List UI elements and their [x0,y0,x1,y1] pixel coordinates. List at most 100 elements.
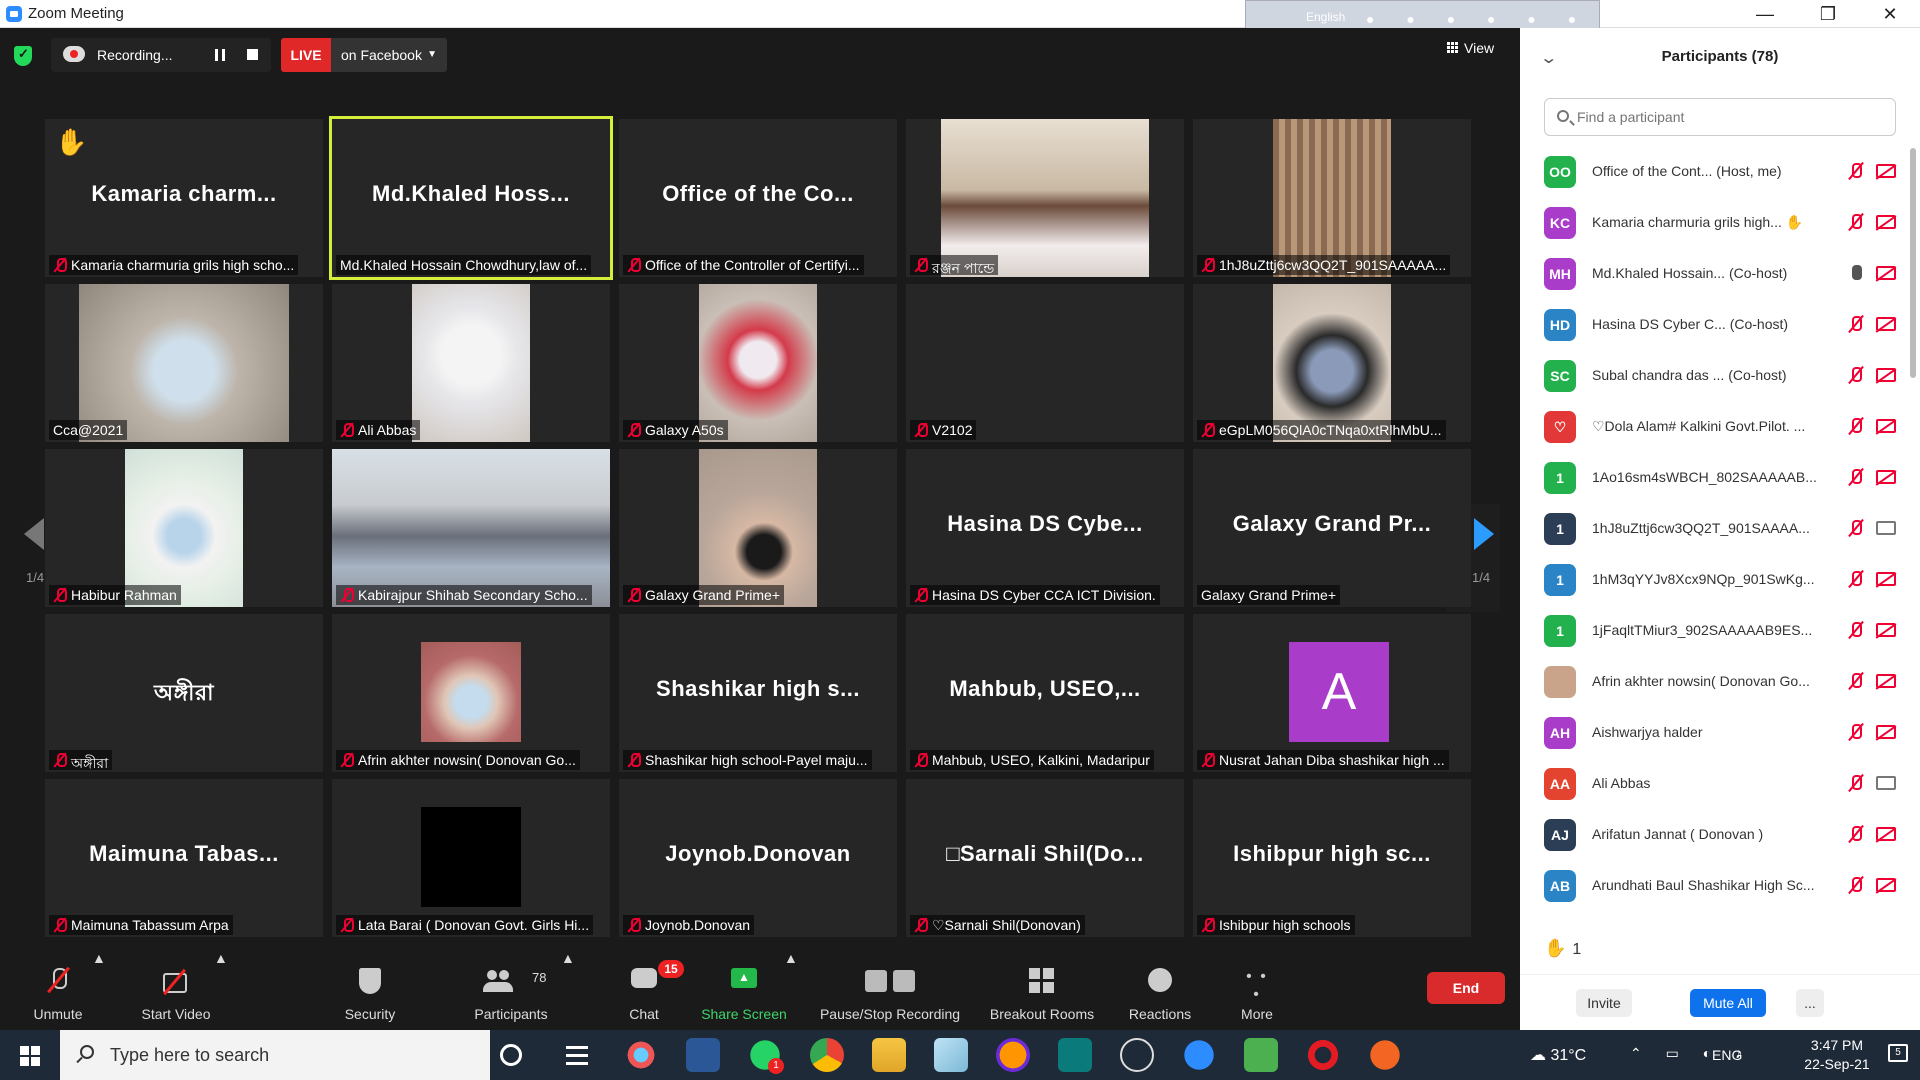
video-tile[interactable]: Habibur Rahman [45,449,323,607]
microphone-muted-icon[interactable] [1848,774,1864,794]
paint-app-icon[interactable] [624,1038,658,1072]
microphone-muted-icon[interactable] [1848,621,1864,641]
video-camera-icon[interactable] [1876,521,1896,535]
view-button[interactable]: View [1447,40,1494,56]
microphone-icon[interactable] [1848,264,1864,284]
microphone-muted-icon[interactable] [1848,315,1864,335]
participant-search-input[interactable] [1577,107,1887,127]
video-options-chevron-icon[interactable]: ▲ [214,950,228,966]
video-camera-off-icon[interactable] [1876,317,1896,331]
unmute-button[interactable]: Unmute [20,950,96,1030]
opera-app-icon[interactable] [1306,1038,1340,1072]
encryption-shield-icon[interactable] [14,46,32,66]
video-tile[interactable]: Cca@2021 [45,284,323,442]
participant-row[interactable]: AA Ali Abbas [1520,760,1906,811]
windows-start-button[interactable] [0,1030,60,1080]
minimize-button[interactable]: — [1745,2,1785,26]
restore-button[interactable]: ❐ [1808,2,1848,26]
participants-button[interactable]: 78 Participants [456,950,566,1030]
video-tile[interactable]: Galaxy Grand Pr... Galaxy Grand Prime+ [1193,449,1471,607]
video-camera-off-icon[interactable] [1876,674,1896,688]
participant-row[interactable]: 1 1Ao16sm4sWBCH_802SAAAAAB... [1520,454,1906,505]
video-tile[interactable]: অঙ্গীরা অঙ্গীরা [45,614,323,772]
video-tile[interactable]: □Sarnali Shil(Do... ♡Sarnali Shil(Donova… [906,779,1184,937]
video-camera-off-icon[interactable] [1876,572,1896,586]
video-tile[interactable]: Lata Barai ( Donovan Govt. Girls Hi... [332,779,610,937]
video-camera-off-icon[interactable] [1876,725,1896,739]
whatsapp-app-icon[interactable]: 1 [748,1038,784,1074]
participant-row[interactable]: AB Arundhati Baul Shashikar High Sc... [1520,862,1906,913]
video-camera-off-icon[interactable] [1876,419,1896,433]
video-camera-off-icon[interactable] [1876,878,1896,892]
panel-more-button[interactable]: ... [1796,989,1824,1017]
video-camera-icon[interactable] [1876,776,1896,790]
microphone-muted-icon[interactable] [1848,162,1864,182]
app-installer-icon[interactable] [1058,1038,1092,1072]
share-options-chevron-icon[interactable]: ▲ [784,950,798,966]
more-button[interactable]: More [1222,950,1292,1030]
participant-row[interactable]: 1 1hM3qYYJv8Xcx9NQp_901SwKg... [1520,556,1906,607]
video-camera-off-icon[interactable] [1876,827,1896,841]
pause-stop-recording-button[interactable]: Pause/Stop Recording [812,950,968,1030]
input-language[interactable]: ENG [1712,1047,1742,1063]
live-destination-dropdown[interactable]: on Facebook ▼ [331,38,447,72]
video-camera-off-icon[interactable] [1876,164,1896,178]
audio-options-chevron-icon[interactable]: ▲ [92,950,106,966]
video-tile[interactable]: Kabirajpur Shihab Secondary Scho... [332,449,610,607]
video-tile[interactable]: Galaxy A50s [619,284,897,442]
microphone-muted-icon[interactable] [1848,366,1864,386]
video-tile[interactable]: 1hJ8uZttj6cw3QQ2T_901SAAAAA... [1193,119,1471,277]
zoom-taskbar-icon[interactable] [1182,1038,1216,1072]
notification-center-icon[interactable]: 5 [1888,1044,1908,1062]
file-explorer-icon[interactable] [872,1038,906,1072]
chrome-app-icon[interactable] [810,1038,844,1072]
participant-row[interactable]: SC Subal chandra das ... (Co-host) [1520,352,1906,403]
participant-search[interactable] [1544,98,1896,136]
firefox-app-icon[interactable] [996,1038,1030,1072]
video-tile[interactable]: Afrin akhter nowsin( Donovan Go... [332,614,610,772]
microphone-muted-icon[interactable] [1848,672,1864,692]
video-camera-off-icon[interactable] [1876,215,1896,229]
video-tile[interactable]: Office of the Co... Office of the Contro… [619,119,897,277]
clock[interactable]: 3:47 PM 22-Sep-21 [1802,1036,1872,1074]
reactions-button[interactable]: Reactions [1120,950,1200,1030]
task-view-icon[interactable] [562,1038,596,1072]
video-tile[interactable]: Ali Abbas [332,284,610,442]
word-app-icon[interactable] [686,1038,720,1072]
video-tile[interactable]: Hasina DS Cybe... Hasina DS Cyber CCA IC… [906,449,1184,607]
security-button[interactable]: Security [330,950,410,1030]
participant-row[interactable]: MH Md.Khaled Hossain... (Co-host) [1520,250,1906,301]
video-camera-off-icon[interactable] [1876,266,1896,280]
breakout-rooms-button[interactable]: Breakout Rooms [982,950,1102,1030]
chat-button[interactable]: 15 Chat [604,950,684,1030]
microphone-muted-icon[interactable] [1848,468,1864,488]
microphone-muted-icon[interactable] [1848,519,1864,539]
participants-options-chevron-icon[interactable]: ▲ [561,950,575,966]
video-tile[interactable]: Maimuna Tabas... Maimuna Tabassum Arpa [45,779,323,937]
participant-row[interactable]: KC Kamaria charmuria grils high... ✋ [1520,199,1906,250]
participant-row[interactable]: AH Aishwarjya halder [1520,709,1906,760]
end-meeting-button[interactable]: End [1427,972,1505,1004]
stop-recording-icon[interactable] [247,49,258,60]
video-tile[interactable]: রঞ্জন পান্ডে [906,119,1184,277]
avast-app-icon[interactable] [1368,1038,1402,1072]
microphone-muted-icon[interactable] [1848,570,1864,590]
video-camera-off-icon[interactable] [1876,368,1896,382]
share-screen-button[interactable]: Share Screen [694,950,794,1030]
notepad-app-icon[interactable] [934,1038,968,1072]
participant-row[interactable]: OO Office of the Cont... (Host, me) [1520,148,1906,199]
participant-row[interactable]: Afrin akhter nowsin( Donovan Go... [1520,658,1906,709]
microphone-muted-icon[interactable] [1848,213,1864,233]
microphone-muted-icon[interactable] [1848,417,1864,437]
taskbar-search-box[interactable]: Type here to search [60,1030,490,1080]
microphone-muted-icon[interactable] [1848,825,1864,845]
participant-row[interactable]: 1 1jFaqltTMiur3_902SAAAAAB9ES... [1520,607,1906,658]
weather-widget[interactable]: ☁ 31°C [1530,1045,1586,1065]
close-button[interactable]: ✕ [1870,2,1910,26]
utorrent-app-icon[interactable] [1244,1038,1278,1072]
participant-list-scrollbar[interactable] [1910,148,1916,378]
obs-app-icon[interactable] [1120,1038,1154,1072]
video-tile[interactable]: Ishibpur high sc... Ishibpur high school… [1193,779,1471,937]
video-tile[interactable]: Galaxy Grand Prime+ [619,449,897,607]
cortana-icon[interactable] [500,1044,522,1066]
